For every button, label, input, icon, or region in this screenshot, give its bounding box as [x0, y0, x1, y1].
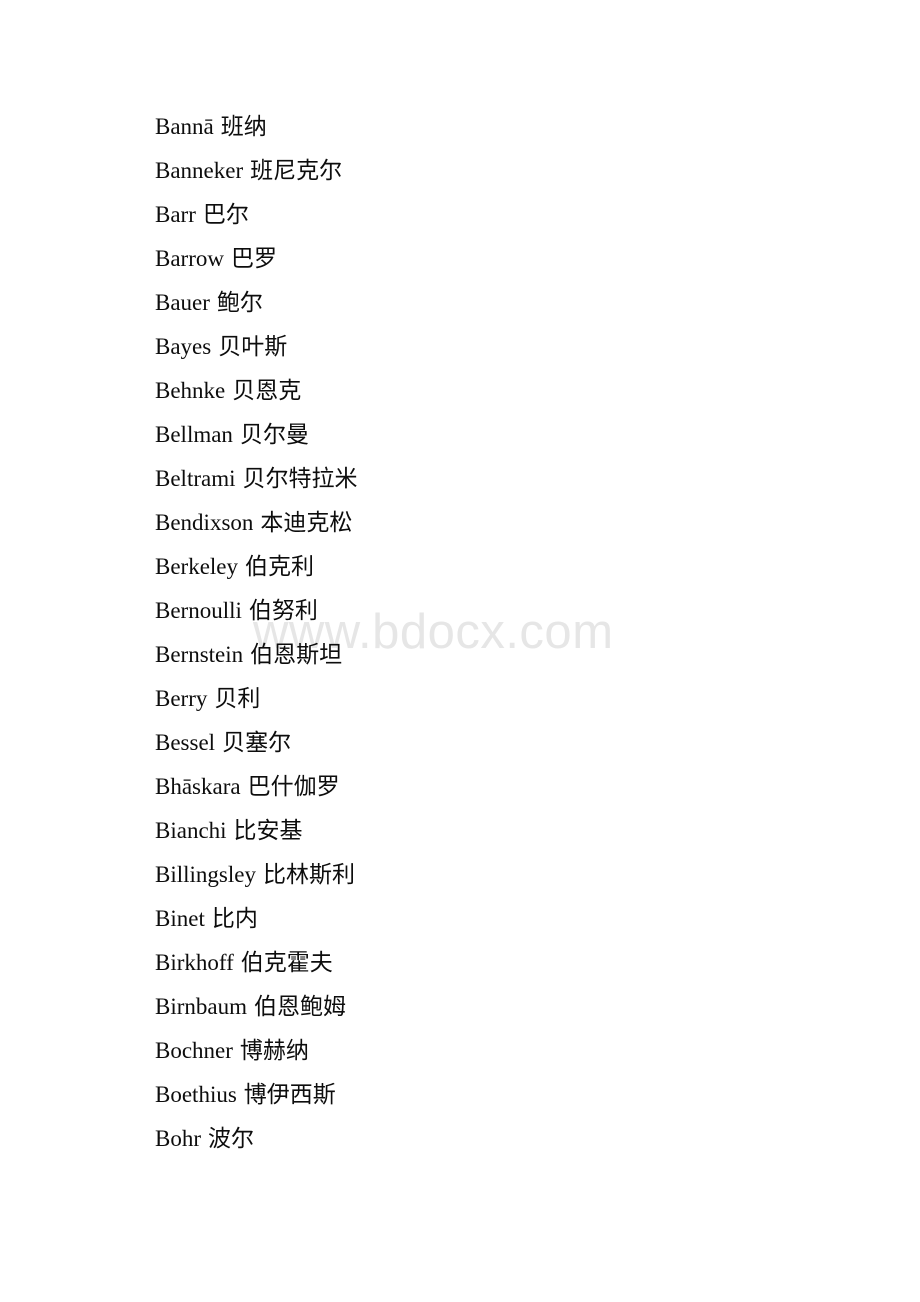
entry-chinese-name: 巴什伽罗	[247, 774, 340, 799]
entry-chinese-name: 伯恩鲍姆	[254, 994, 346, 1019]
glossary-entry: Bendixson 本迪克松	[155, 508, 352, 538]
entry-latin-name: Berkeley	[155, 554, 239, 579]
entry-latin-name: Berry	[155, 686, 208, 711]
glossary-entry: Bernoulli 伯努利	[155, 596, 318, 626]
glossary-entry: Bhāskara 巴什伽罗	[155, 772, 340, 802]
glossary-entry: Berry 贝利	[155, 684, 260, 714]
glossary-entry: Bohr 波尔	[155, 1124, 254, 1154]
glossary-entry: Birnbaum 伯恩鲍姆	[155, 992, 346, 1022]
entry-latin-name: Bellman	[155, 422, 233, 447]
glossary-entry: Berkeley 伯克利	[155, 552, 314, 582]
glossary-entry: Bianchi 比安基	[155, 816, 303, 846]
entry-chinese-name: 伯恩斯坦	[250, 642, 343, 667]
entry-latin-name: Bohr	[155, 1126, 201, 1151]
document-page: www.bdocx.com Bannā 班纳 Banneker 班尼克尔 Barr 巴尔 B…	[0, 0, 920, 1302]
entry-latin-name: Bianchi	[155, 818, 227, 843]
entry-latin-name: Birkhoff	[155, 950, 234, 975]
entry-chinese-name: 波尔	[208, 1126, 254, 1151]
glossary-entry: Birkhoff 伯克霍夫	[155, 948, 333, 978]
entry-latin-name: Bendixson	[155, 510, 254, 535]
entry-latin-name: Banneker	[155, 158, 244, 183]
entry-chinese-name: 班纳	[220, 114, 267, 139]
entry-chinese-name: 贝叶斯	[218, 334, 288, 359]
entry-latin-name: Behnke	[155, 378, 226, 403]
entry-chinese-name: 鲍尔	[216, 290, 263, 315]
entry-chinese-name: 班尼克尔	[250, 158, 343, 183]
entry-chinese-name: 巴罗	[230, 246, 277, 271]
entry-chinese-name: 伯努利	[248, 598, 318, 623]
entry-chinese-name: 比林斯利	[262, 862, 355, 887]
glossary-entry: Bellman 贝尔曼	[155, 420, 309, 450]
glossary-entry: Behnke 贝恩克	[155, 376, 301, 406]
entry-latin-name: Bhāskara	[155, 774, 241, 799]
entry-latin-name: Bauer	[155, 290, 210, 315]
glossary-entry: Bauer 鲍尔	[155, 288, 263, 318]
glossary-entry: Bochner 博赫纳	[155, 1036, 309, 1066]
glossary-entry: Barrow 巴罗	[155, 244, 277, 274]
entry-latin-name: Barrow	[155, 246, 224, 271]
glossary-entry: Boethius 博伊西斯	[155, 1080, 336, 1110]
entry-latin-name: Birnbaum	[155, 994, 247, 1019]
entry-latin-name: Bannā	[155, 114, 214, 139]
glossary-entry: Banneker 班尼克尔	[155, 156, 342, 186]
entry-chinese-name: 比内	[211, 906, 258, 931]
entry-latin-name: Bessel	[155, 730, 216, 755]
entry-latin-name: Barr	[155, 202, 196, 227]
entry-latin-name: Bernstein	[155, 642, 244, 667]
glossary-entry: Bessel 贝塞尔	[155, 728, 291, 758]
entry-latin-name: Bayes	[155, 334, 212, 359]
entry-chinese-name: 贝恩克	[232, 378, 302, 403]
entry-latin-name: Bernoulli	[155, 598, 242, 623]
glossary-entry: Billingsley 比林斯利	[155, 860, 355, 890]
glossary-entry: Bannā 班纳	[155, 112, 267, 142]
glossary-entry: Barr 巴尔	[155, 200, 249, 230]
entry-chinese-name: 博伊西斯	[243, 1082, 336, 1107]
glossary-entry: Bernstein 伯恩斯坦	[155, 640, 342, 670]
glossary-entry: Binet 比内	[155, 904, 258, 934]
entry-chinese-name: 伯克利	[245, 554, 315, 579]
entry-latin-name: Binet	[155, 906, 205, 931]
entry-chinese-name: 比安基	[233, 818, 303, 843]
glossary-entry: Beltrami 贝尔特拉米	[155, 464, 357, 494]
entry-chinese-name: 本迪克松	[260, 510, 353, 535]
glossary-entry: Bayes 贝叶斯	[155, 332, 287, 362]
entry-latin-name: Billingsley	[155, 862, 256, 887]
entry-chinese-name: 贝尔特拉米	[242, 466, 358, 491]
entry-chinese-name: 贝利	[214, 686, 261, 711]
entry-chinese-name: 博赫纳	[239, 1038, 309, 1063]
entry-chinese-name: 贝塞尔	[222, 730, 292, 755]
entry-chinese-name: 贝尔曼	[239, 422, 309, 447]
entry-latin-name: Bochner	[155, 1038, 233, 1063]
entry-chinese-name: 伯克霍夫	[240, 950, 333, 975]
entry-chinese-name: 巴尔	[202, 202, 249, 227]
entry-latin-name: Beltrami	[155, 466, 236, 491]
entry-latin-name: Boethius	[155, 1082, 237, 1107]
